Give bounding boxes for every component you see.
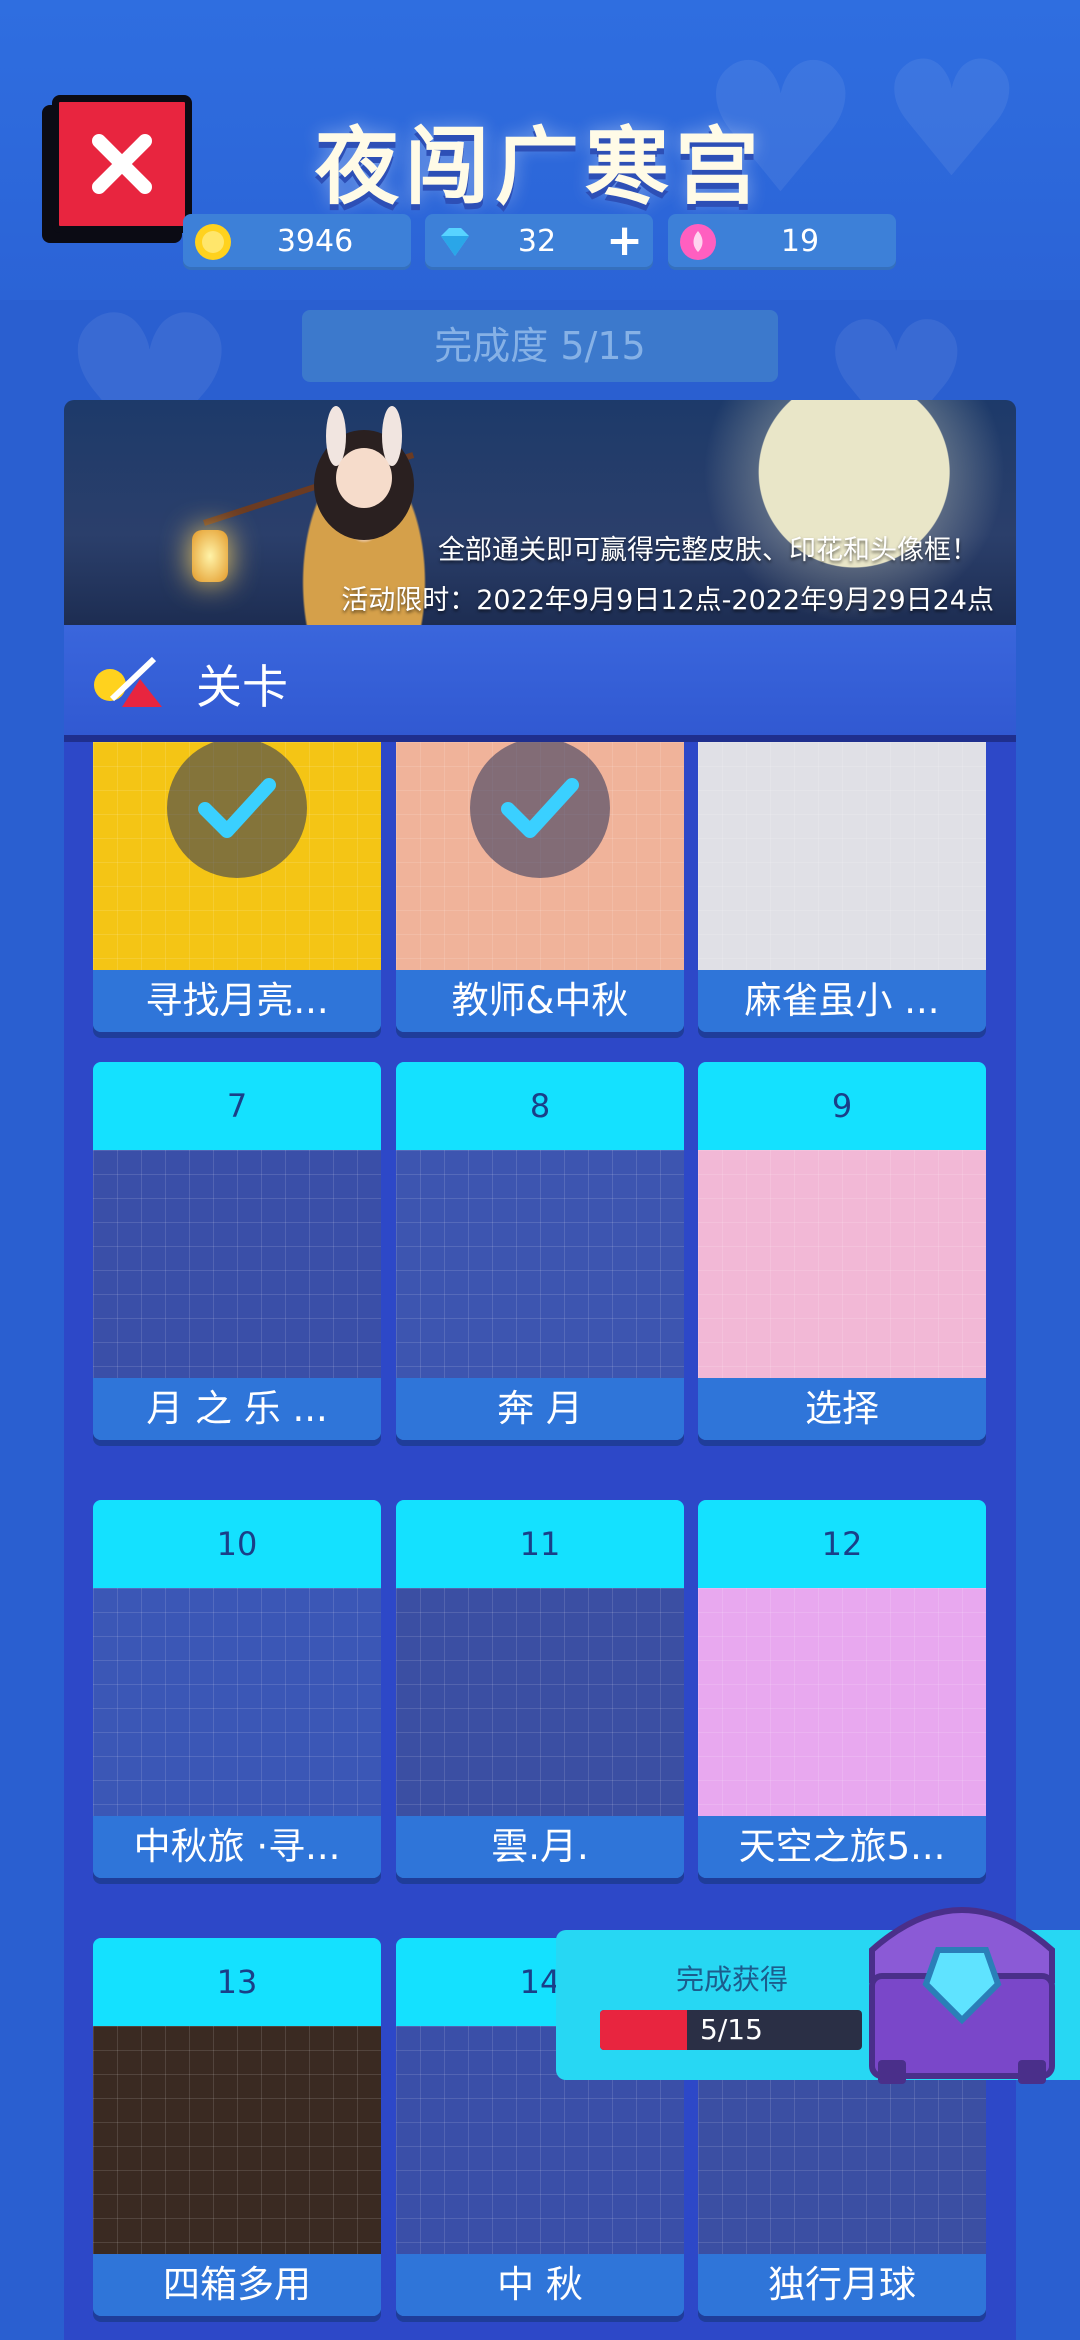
level-name: 教师&中秋: [396, 970, 684, 1032]
character-face: [336, 448, 392, 508]
reward-progress-text: 5/15: [700, 2013, 763, 2046]
close-button[interactable]: [52, 95, 192, 233]
level-thumbnail: [698, 742, 986, 970]
level-name: 天空之旅5...: [698, 1816, 986, 1878]
lotus-token-icon: [680, 224, 716, 260]
level-name: 奔 月: [396, 1378, 684, 1440]
completed-check-icon: [470, 742, 610, 878]
level-name: 中秋旅 ·寻...: [93, 1816, 381, 1878]
banner-time-text: 活动限时：2022年9月9日12点-2022年9月29日24点: [341, 585, 994, 616]
level-name: 寻找月亮...: [93, 970, 381, 1032]
bunny-ear-right: [382, 406, 402, 466]
diamond-counter: 32 +: [425, 214, 653, 270]
completion-progress: 完成度 5/15: [302, 310, 778, 382]
treasure-chest-icon[interactable]: [852, 1880, 1072, 2090]
banner-reward-text: 全部通关即可赢得完整皮肤、印花和头像框！: [438, 535, 978, 566]
level-number: 12: [698, 1500, 986, 1588]
level-name: 选择: [698, 1378, 986, 1440]
add-diamond-button[interactable]: +: [606, 214, 643, 268]
event-title: 夜闯广寒宫: [314, 118, 765, 216]
levels-grid: 寻找月亮... 教师&中秋 麻雀虽小 ... 7 月 之 乐 ... 8 奔 月 9 选择 10 中…: [64, 742, 1016, 2340]
heart-bg-icon: ♥: [880, 26, 1024, 213]
level-flag-icon: [94, 656, 162, 707]
level-card[interactable]: 10 中秋旅 ·寻...: [93, 1500, 381, 1878]
level-thumbnail: [396, 1588, 684, 1816]
level-thumbnail: [93, 1150, 381, 1378]
level-name: 独行月球: [698, 2254, 986, 2316]
level-number: 10: [93, 1500, 381, 1588]
level-name: 麻雀虽小 ...: [698, 970, 986, 1032]
close-x-icon: [92, 134, 152, 194]
gold-value: 3946: [276, 224, 354, 259]
level-number: 11: [396, 1500, 684, 1588]
level-card[interactable]: 11 雲.月.: [396, 1500, 684, 1878]
diamond-icon: [441, 228, 469, 256]
level-card[interactable]: 13 四箱多用: [93, 1938, 381, 2316]
level-card[interactable]: 12 天空之旅5...: [698, 1500, 986, 1878]
level-card[interactable]: 麻雀虽小 ...: [698, 742, 986, 1032]
levels-title: 关卡: [196, 660, 288, 714]
level-thumbnail: [396, 1150, 684, 1378]
level-card[interactable]: 寻找月亮...: [93, 742, 381, 1032]
reward-label: 完成获得: [676, 1963, 789, 1996]
completed-check-icon: [167, 742, 307, 878]
diamond-value: 32: [517, 224, 557, 259]
level-card[interactable]: 7 月 之 乐 ...: [93, 1062, 381, 1440]
level-name: 中 秋: [396, 2254, 684, 2316]
reward-progress-bar: 5/15: [600, 2010, 862, 2050]
level-thumbnail: [698, 1150, 986, 1378]
level-number: 8: [396, 1062, 684, 1150]
level-thumbnail: [93, 1588, 381, 1816]
level-name: 四箱多用: [93, 2254, 381, 2316]
lotus-counter: 19: [668, 214, 896, 270]
level-card[interactable]: 9 选择: [698, 1062, 986, 1440]
level-card[interactable]: 8 奔 月: [396, 1062, 684, 1440]
level-name: 雲.月.: [396, 1816, 684, 1878]
level-thumbnail: [93, 2026, 381, 2254]
levels-header: 关卡: [64, 625, 1016, 742]
level-thumbnail: [698, 1588, 986, 1816]
lotus-value: 19: [780, 224, 820, 259]
level-card[interactable]: 教师&中秋: [396, 742, 684, 1032]
level-number: 13: [93, 1938, 381, 2026]
level-name: 月 之 乐 ...: [93, 1378, 381, 1440]
gold-coin-icon: [195, 224, 231, 260]
level-number: 7: [93, 1062, 381, 1150]
gold-counter: 3946: [183, 214, 411, 270]
reward-progress-fill: [600, 2010, 688, 2050]
event-banner: 全部通关即可赢得完整皮肤、印花和头像框！ 活动限时：2022年9月9日12点-2…: [64, 400, 1016, 625]
level-number: 9: [698, 1062, 986, 1150]
lantern-icon: [192, 530, 228, 582]
